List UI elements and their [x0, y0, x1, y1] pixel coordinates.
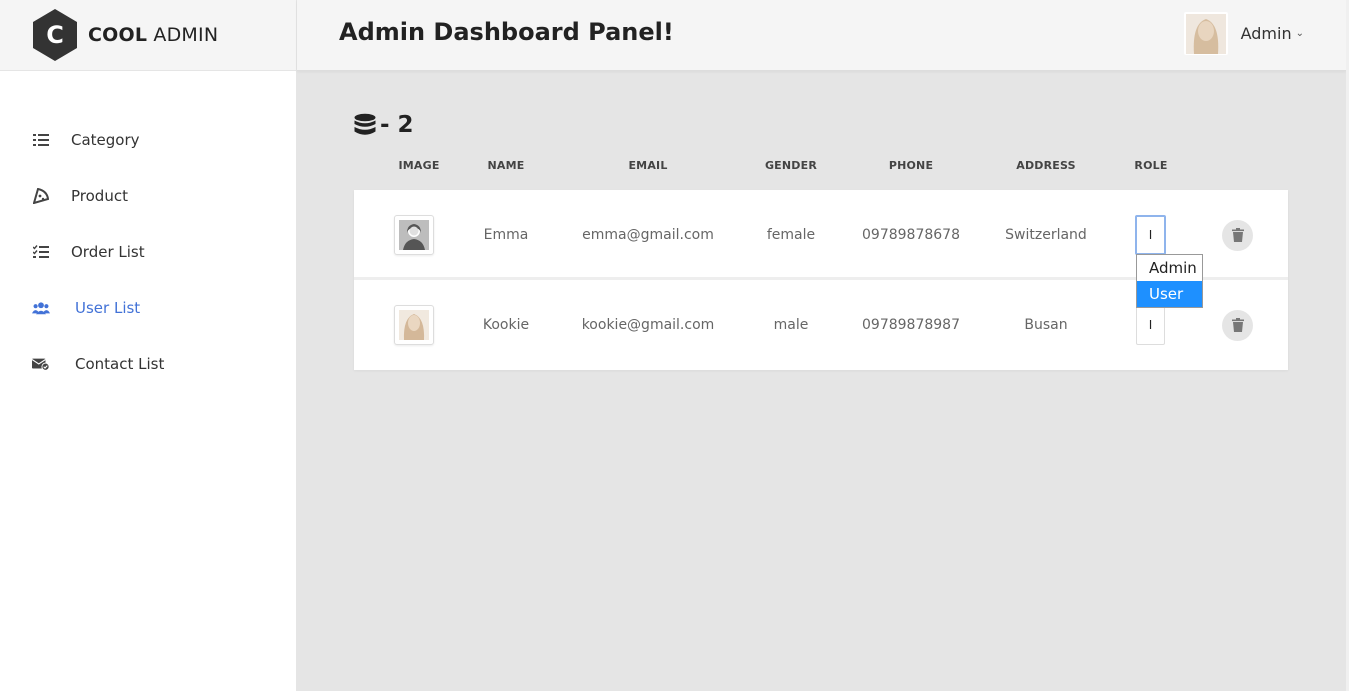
column-header-address: ADDRESS	[1016, 159, 1076, 172]
sidebar-item-label: Product	[71, 187, 128, 205]
name-cell: Kookie	[482, 317, 530, 333]
sidebar-item-user-list[interactable]: User List	[0, 280, 296, 336]
column-header-image: IMAGE	[398, 159, 440, 172]
users-icon	[32, 299, 50, 317]
column-header-gender: GENDER	[764, 159, 818, 172]
role-option-admin[interactable]: Admin	[1137, 255, 1202, 281]
logo-text-rest: ADMIN	[153, 24, 219, 46]
pizza-icon	[32, 187, 50, 205]
sidebar-item-contact-list[interactable]: Contact List	[0, 336, 296, 392]
avatar	[1183, 12, 1228, 55]
logo-text: COOL ADMIN	[88, 24, 218, 46]
gender-cell: male	[773, 317, 809, 333]
role-option-user[interactable]: User	[1137, 281, 1202, 307]
address-cell: Switzerland	[1005, 227, 1087, 243]
default-avatar-icon	[394, 215, 434, 255]
page-title: Admin Dashboard Panel!	[339, 18, 674, 46]
logo-hex-icon: C	[31, 9, 79, 61]
address-cell: Busan	[1024, 317, 1068, 333]
top-header: Admin Dashboard Panel! Admin ⌄	[297, 0, 1346, 71]
image-cell	[394, 190, 434, 280]
list-icon	[32, 131, 50, 149]
phone-cell: 09789878987	[862, 317, 960, 333]
sidebar-item-product[interactable]: Product	[0, 168, 296, 224]
trash-icon	[1231, 228, 1244, 242]
phone-cell: 09789878678	[862, 227, 960, 243]
sidebar-item-label: Category	[71, 131, 140, 149]
sidebar-item-label: Order List	[71, 243, 145, 261]
logo-text-bold: COOL	[88, 24, 148, 46]
logo[interactable]: C COOL ADMIN	[0, 0, 296, 71]
profile-photo	[394, 305, 434, 345]
delete-cell	[1222, 190, 1253, 280]
sidebar-item-label: User List	[75, 299, 141, 317]
account-name: Admin	[1240, 24, 1292, 43]
database-icon	[354, 113, 376, 135]
column-header-email: EMAIL	[628, 159, 668, 172]
sidebar: C COOL ADMIN Category Product Order List	[0, 0, 297, 691]
account-menu[interactable]: Admin ⌄	[1183, 12, 1304, 55]
gender-cell: female	[766, 227, 816, 243]
trash-icon	[1231, 318, 1244, 332]
email-cell: kookie@gmail.com	[581, 317, 715, 333]
sidebar-item-category[interactable]: Category	[0, 112, 296, 168]
email-cell: emma@gmail.com	[582, 227, 714, 243]
column-header-role: ROLE	[1134, 159, 1168, 172]
delete-button[interactable]	[1222, 219, 1253, 251]
envelope-check-icon	[32, 355, 50, 373]
user-count: - 2	[380, 112, 414, 138]
delete-cell	[1222, 280, 1253, 370]
role-dropdown-list: Admin User	[1136, 254, 1203, 308]
image-cell	[394, 280, 434, 370]
checklist-icon	[32, 243, 50, 261]
sidebar-item-label: Contact List	[75, 355, 165, 373]
user-count-stat: - 2	[353, 112, 414, 138]
column-header-phone: PHONE	[888, 159, 934, 172]
role-select[interactable]: I	[1135, 215, 1166, 255]
delete-button[interactable]	[1222, 309, 1253, 341]
logo-letter: C	[46, 21, 64, 49]
role-select[interactable]: I	[1136, 305, 1165, 345]
sidebar-nav: Category Product Order List User List Co…	[0, 71, 296, 392]
name-cell: Emma	[483, 227, 529, 243]
chevron-down-icon: ⌄	[1295, 28, 1304, 39]
column-header-name: NAME	[487, 159, 525, 172]
sidebar-item-order-list[interactable]: Order List	[0, 224, 296, 280]
